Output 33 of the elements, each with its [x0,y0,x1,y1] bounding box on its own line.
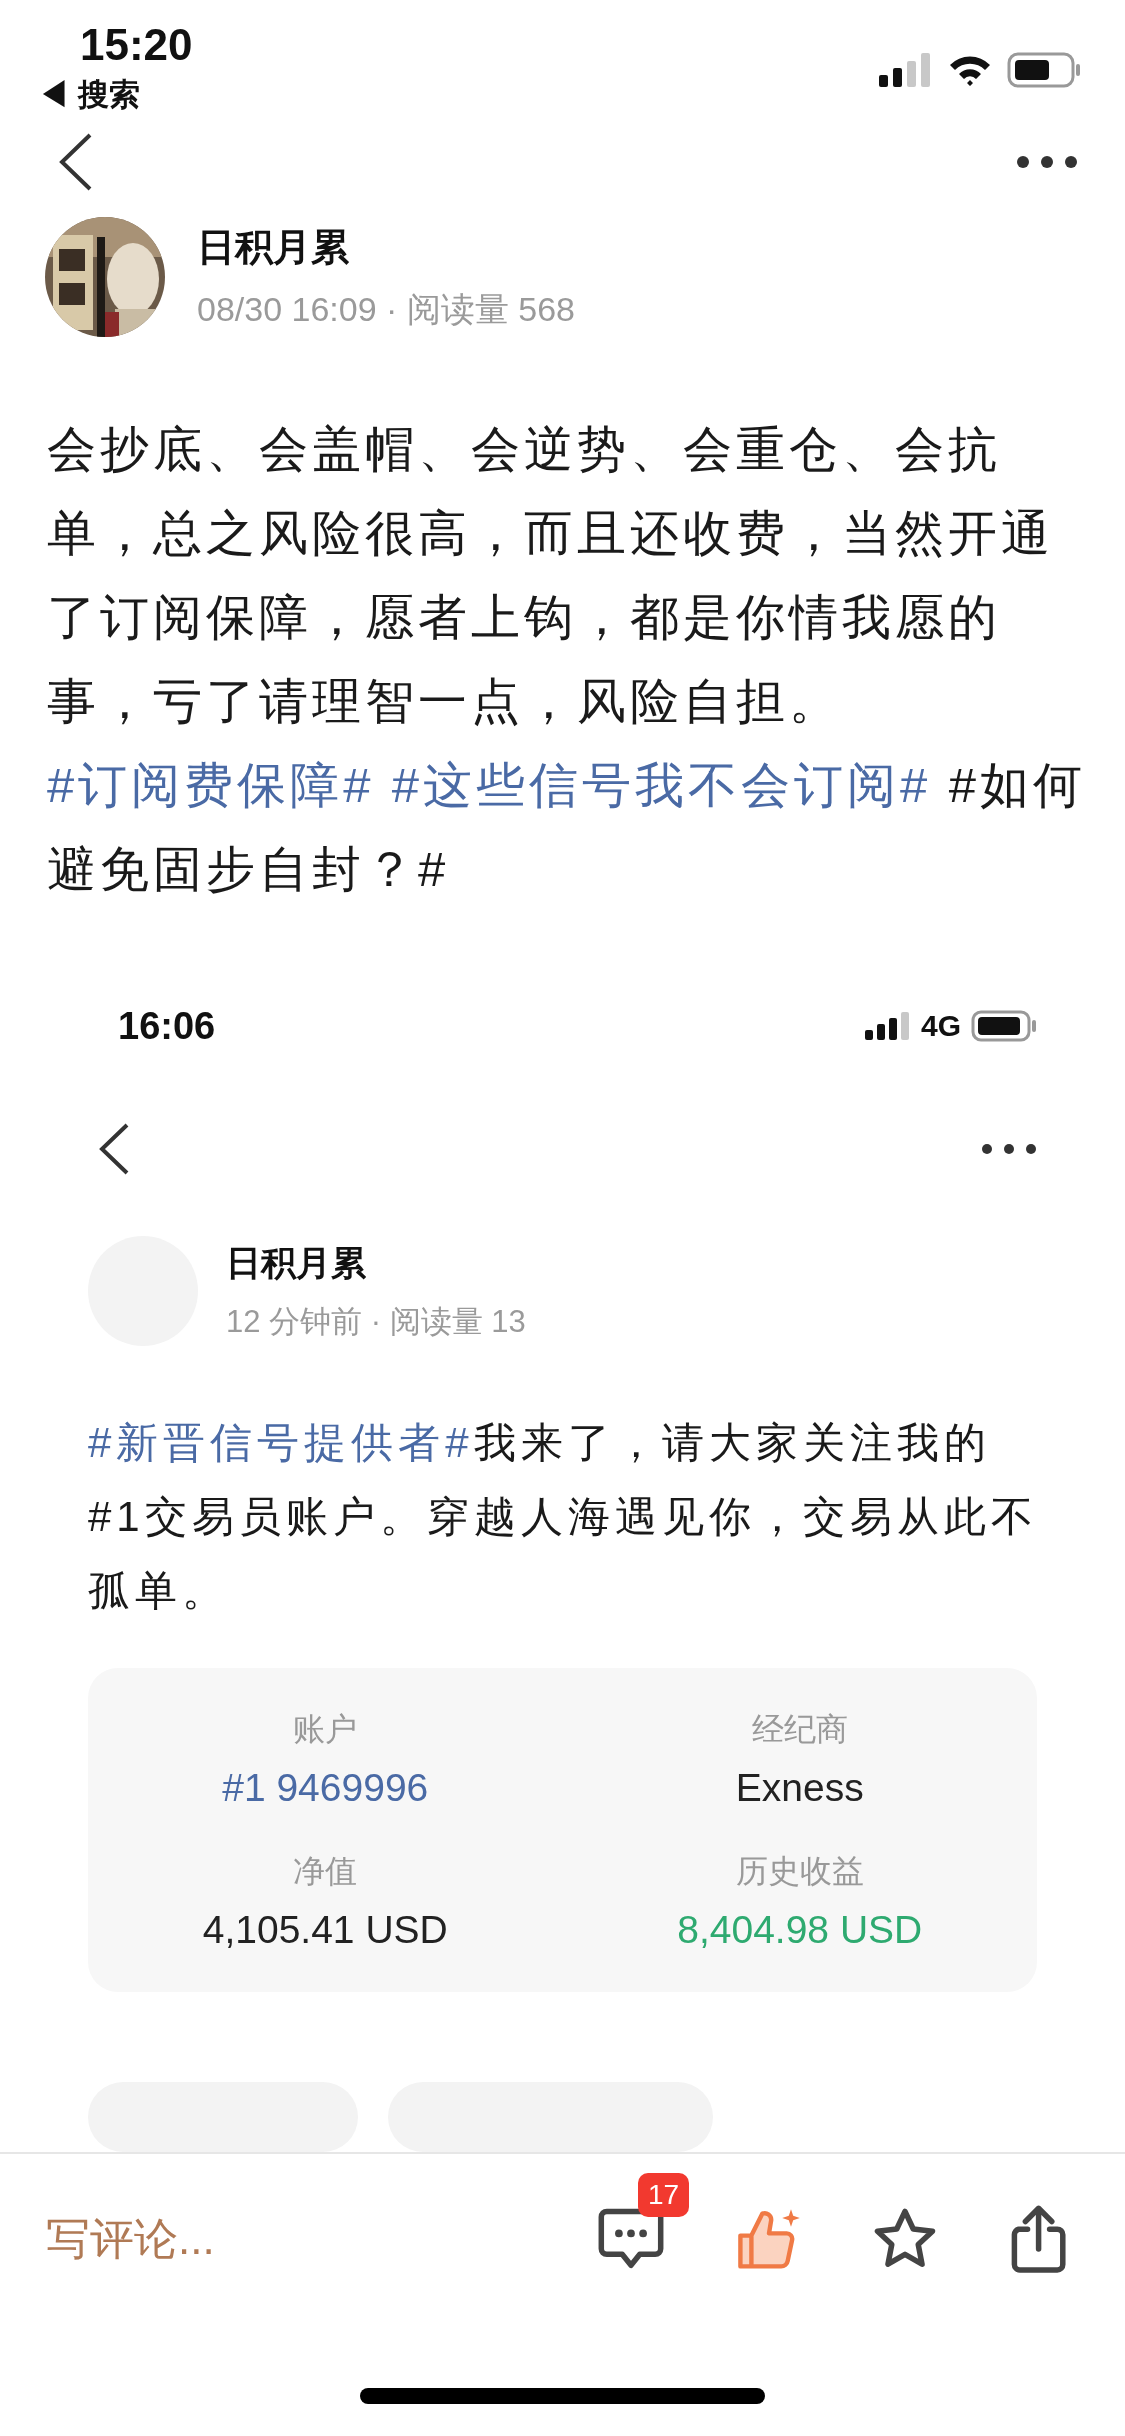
hashtag-link[interactable]: #新晋信号提供者# [88,1419,474,1466]
back-icon[interactable] [58,131,94,192]
status-time: 16:06 [118,1004,216,1048]
back-to-search-link[interactable]: ◀ 搜索 [38,74,140,116]
author-name[interactable]: 日积月累 [226,1239,366,1287]
hashtag-link[interactable]: #订阅费保障# [47,758,375,812]
comment-icon[interactable] [598,2207,664,2271]
signal-icon [864,1012,911,1040]
stat-value: 8,404.98 USD [677,1908,923,1952]
comment-count-badge: 17 [638,2173,690,2218]
more-icon[interactable] [1016,154,1078,169]
stat-label: 账户 [293,1710,358,1749]
post-meta: 12 分钟前 · 阅读量 13 [226,1302,526,1341]
back-icon[interactable] [98,1121,130,1176]
stat-value: 4,105.41 USD [202,1908,448,1952]
post-text: 会抄底、会盖帽、会逆势、会重仓、会抗单，总之风险很高，而且还收费，当然开通了订阅保障，愿者上钩，都是你情我愿的事，亏了请理智一点，风险自担。 #订阅费保障# #这些信号我不会订阅# #如何避免固步自封？# [46,421,1088,898]
hashtag-link[interactable]: #这些信号我不会订阅# [391,758,932,812]
stat-label: 净值 [293,1852,358,1891]
battery-icon [971,1010,1037,1042]
stat-label: 历史收益 [735,1852,864,1891]
author-name[interactable]: 日积月累 [197,221,349,273]
post-meta: 08/30 16:09 · 阅读量 568 [197,288,575,330]
signal-icon [879,53,933,87]
post-text: #新晋信号提供者#我来了，请大家关注我的#1交易员账户。穿越人海遇见你，交易从此不孤单。 [87,1418,1039,1616]
status-time: 15:20 [80,20,193,70]
comment-field[interactable]: 写评论... [46,2209,215,2269]
share-icon[interactable] [1009,2204,1067,2274]
battery-icon [1007,52,1081,88]
more-icon[interactable] [981,1142,1037,1155]
stat-value: Exness [735,1766,864,1810]
stat-label: 经纪商 [751,1710,848,1749]
network-label: 4G [920,1009,961,1043]
stat-value[interactable]: #1 9469996 [222,1766,429,1810]
